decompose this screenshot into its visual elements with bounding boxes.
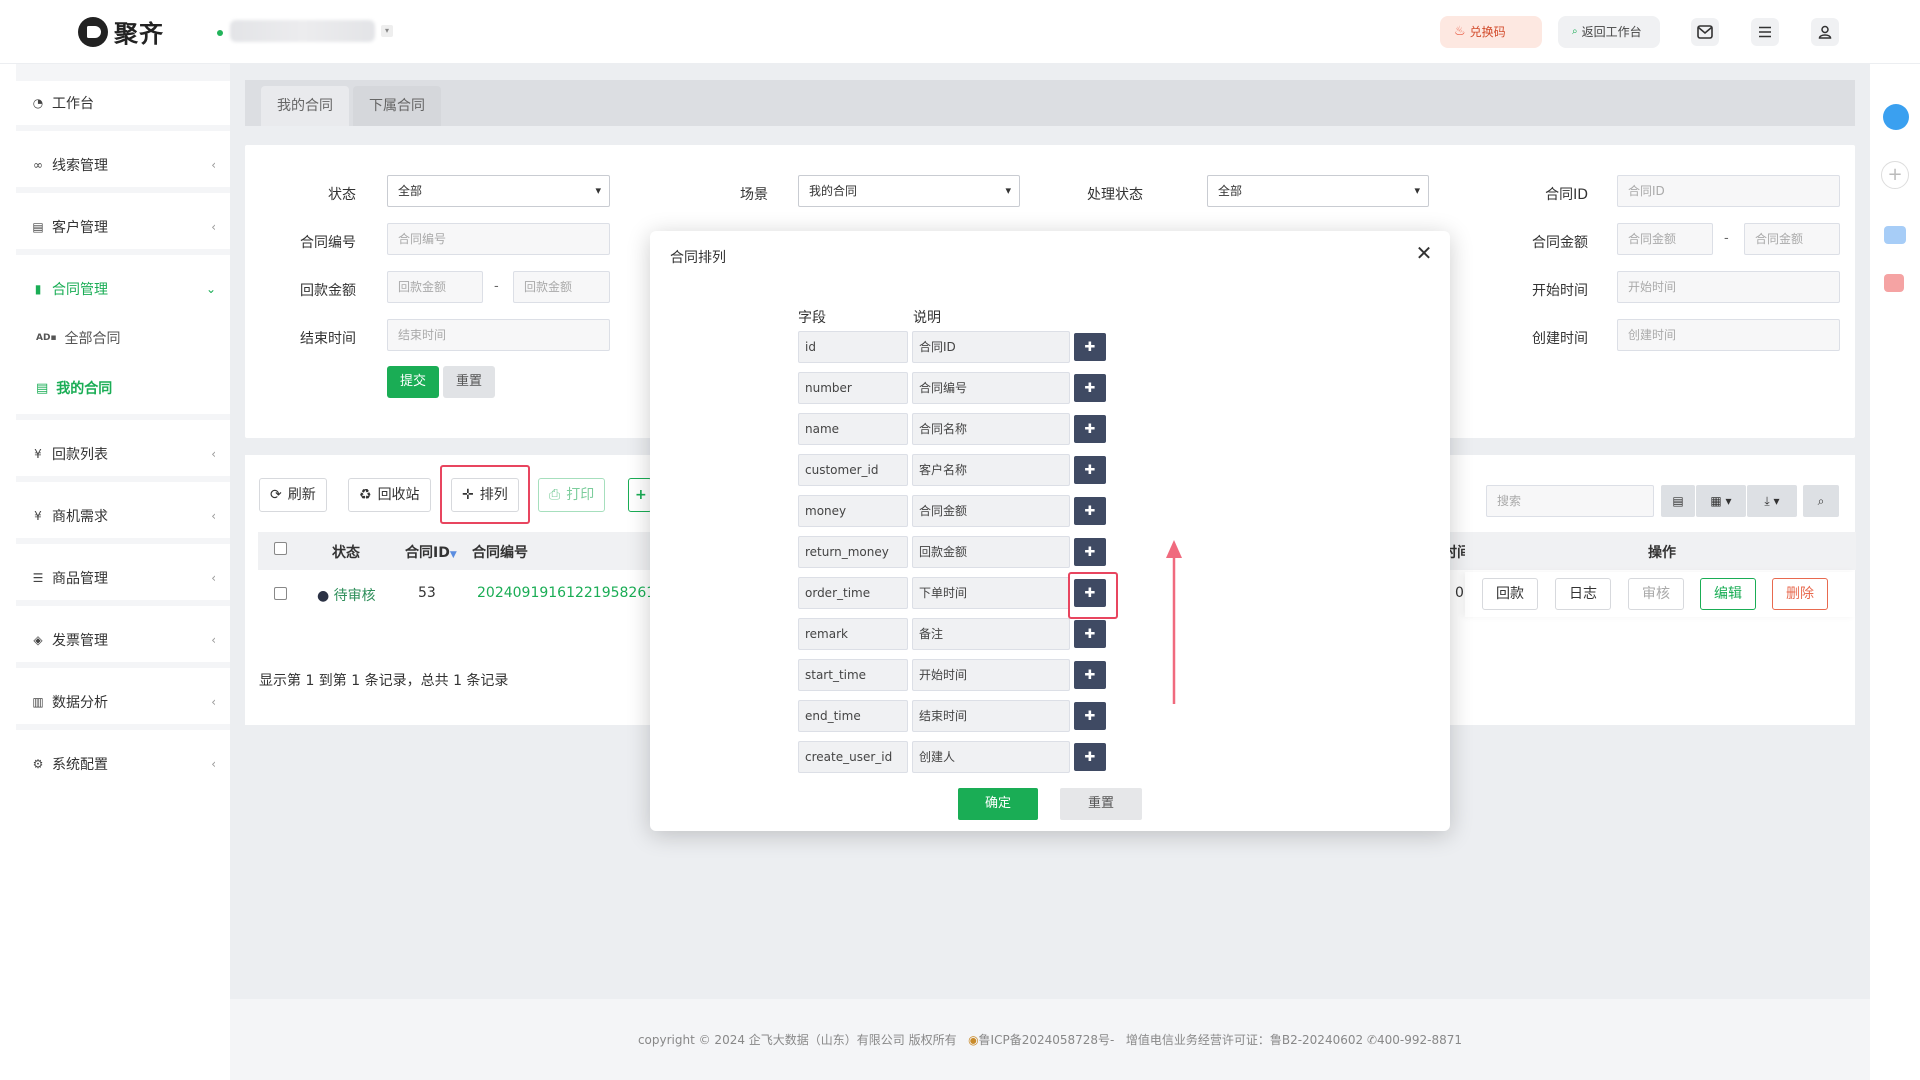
modal-reset-button[interactable]: 重置 [1060, 788, 1142, 820]
field-desc-box: 下单时间 [912, 577, 1070, 609]
drag-handle-icon[interactable]: ✚ [1074, 497, 1106, 525]
field-name-box: customer_id [798, 454, 908, 486]
field-name-box: id [798, 331, 908, 363]
sort-columns-modal: 合同排列 ✕ 字段 说明 id 合同ID ✚ number 合同编号 ✚ nam… [650, 231, 1450, 831]
drag-handle-highlight [1068, 572, 1118, 619]
field-desc-box: 客户名称 [912, 454, 1070, 486]
field-desc-box: 合同金额 [912, 495, 1070, 527]
field-desc-box: 结束时间 [912, 700, 1070, 732]
field-name-box: name [798, 413, 908, 445]
up-arrow-annotation [1166, 540, 1182, 704]
field-name-box: end_time [798, 700, 908, 732]
field-name-box: number [798, 372, 908, 404]
drag-handle-icon[interactable]: ✚ [1074, 702, 1106, 730]
field-desc-box: 回款金额 [912, 536, 1070, 568]
drag-handle-icon[interactable]: ✚ [1074, 456, 1106, 484]
drag-handle-icon[interactable]: ✚ [1074, 743, 1106, 771]
modal-title: 合同排列 [670, 250, 726, 266]
field-name-box: create_user_id [798, 741, 908, 773]
field-name-box: money [798, 495, 908, 527]
drag-handle-icon[interactable]: ✚ [1074, 661, 1106, 689]
field-desc-box: 合同名称 [912, 413, 1070, 445]
drag-handle-icon[interactable]: ✚ [1074, 538, 1106, 566]
drag-handle-icon[interactable]: ✚ [1074, 333, 1106, 361]
drag-handle-icon[interactable]: ✚ [1074, 374, 1106, 402]
field-name-box: return_money [798, 536, 908, 568]
field-desc-box: 备注 [912, 618, 1070, 650]
drag-handle-icon[interactable]: ✚ [1074, 415, 1106, 443]
close-icon[interactable]: ✕ [1412, 241, 1436, 265]
field-desc-box: 开始时间 [912, 659, 1070, 691]
drag-handle-icon[interactable]: ✚ [1074, 620, 1106, 648]
description-column-header: 说明 [913, 310, 941, 326]
field-name-box: remark [798, 618, 908, 650]
field-desc-box: 创建人 [912, 741, 1070, 773]
field-desc-box: 合同编号 [912, 372, 1070, 404]
field-column-header: 字段 [798, 310, 826, 326]
field-name-box: order_time [798, 577, 908, 609]
field-name-box: start_time [798, 659, 908, 691]
field-desc-box: 合同ID [912, 331, 1070, 363]
confirm-button[interactable]: 确定 [958, 788, 1038, 820]
